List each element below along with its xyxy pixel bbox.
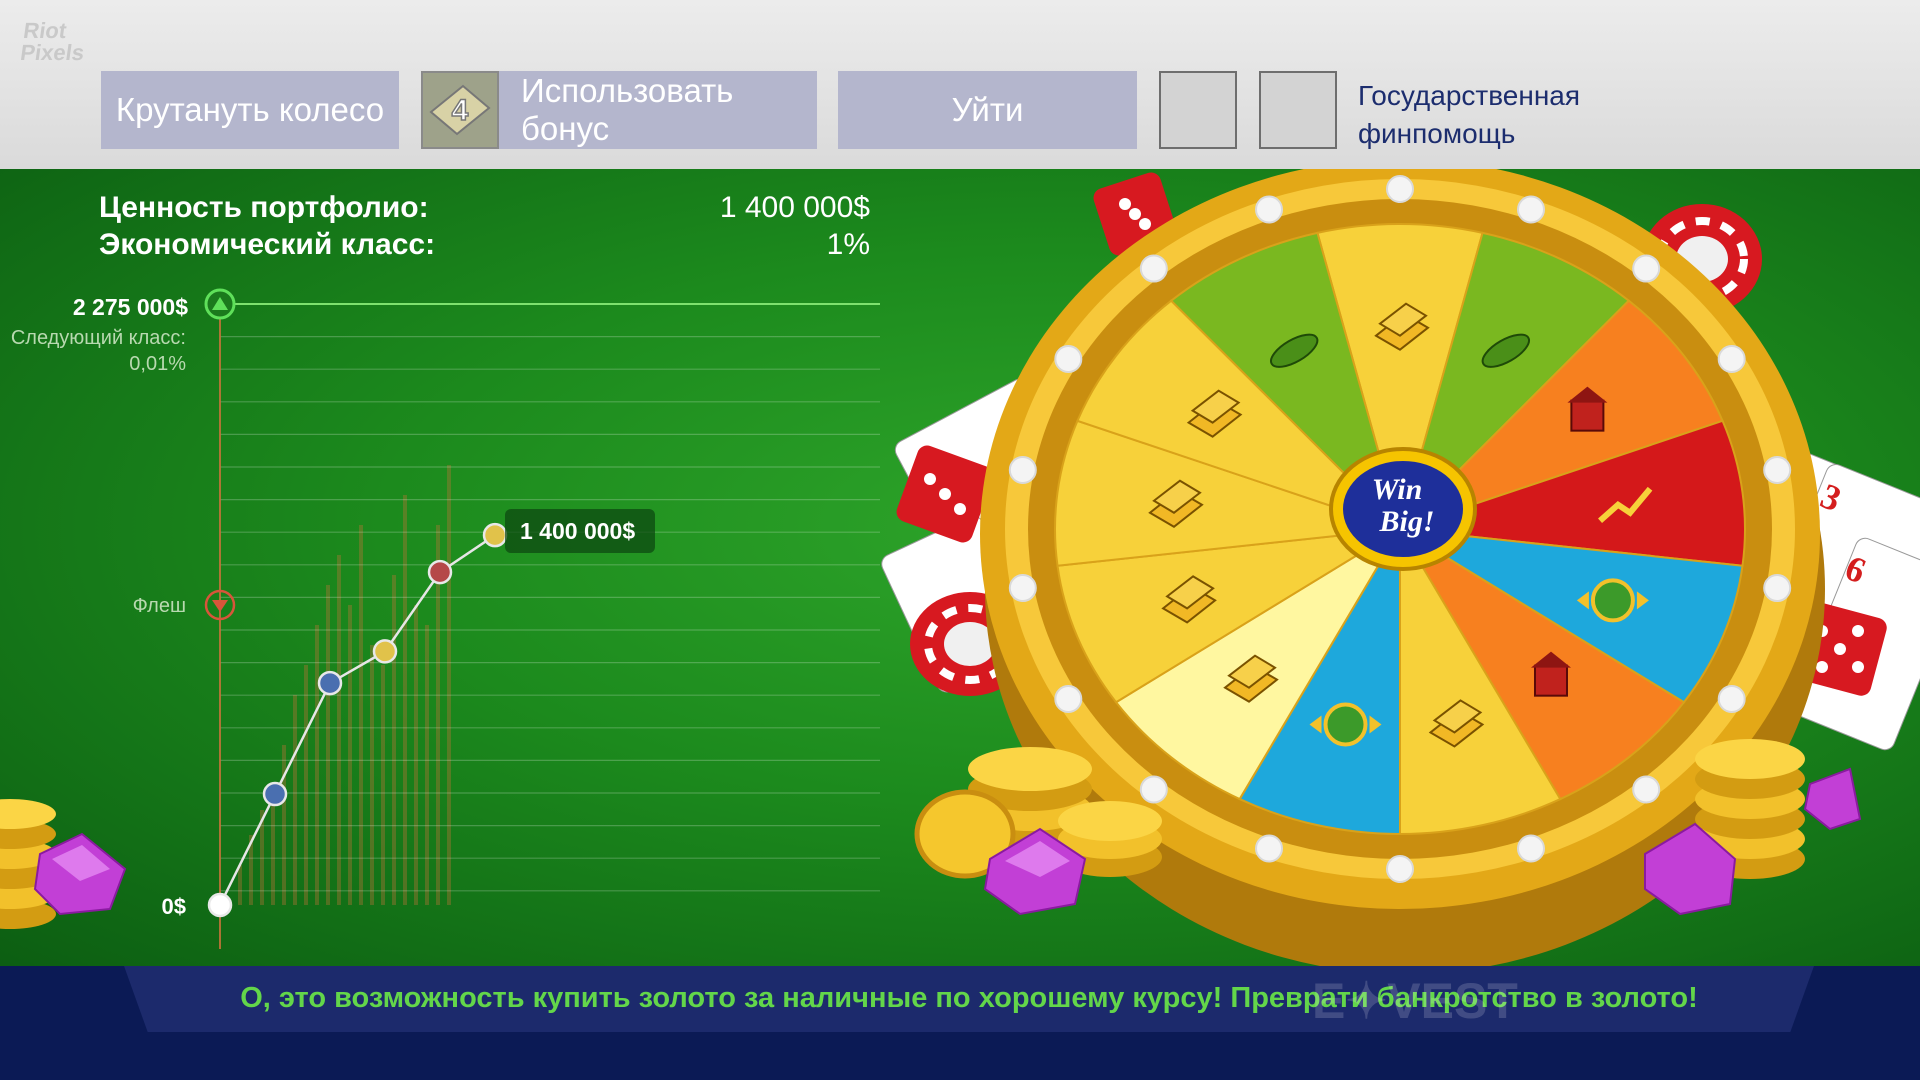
item-slot-1[interactable] [1159,71,1237,149]
history-bar [392,575,396,905]
history-bar [381,665,385,905]
wheel-light [1255,195,1284,224]
state-aid-label: Государственная финпомощь [1358,80,1581,149]
chart-zero-label: 0$ [162,894,186,919]
wheel-light [1516,834,1545,863]
fortune-wheel[interactable]: Win Big! [980,169,1825,966]
svg-text:3: 3 [1815,475,1847,519]
history-bar [326,585,330,905]
wheel-light [1717,345,1746,373]
item-slot-2[interactable] [1259,71,1337,149]
history-bar [359,525,363,905]
data-point [482,522,508,548]
wheel-light [1054,685,1083,713]
left-decoration [0,799,127,929]
bonus-count: 4 [452,94,469,127]
spin-wheel-button[interactable]: Крутануть колесо [101,71,399,149]
wheel-light [1255,834,1284,863]
wheel-light [1763,574,1792,603]
message-banner: О, это возможность купить золото за нали… [0,966,1920,1080]
down-arrow-icon [212,600,228,612]
use-bonus-label: Использовать бонус [521,72,734,147]
portfolio-points [207,522,508,918]
history-bars [238,465,451,905]
history-bar [238,865,242,905]
wheel-light [1139,775,1168,804]
data-point [317,670,343,696]
history-bar [425,625,429,905]
history-bar [414,605,418,905]
data-point [427,559,453,585]
wheel-light [1386,175,1414,203]
history-bar [337,555,341,905]
data-point [372,639,398,664]
wheel-light [1008,574,1037,603]
wheel-light [1632,775,1661,804]
svg-text:A♣: A♣ [924,602,982,655]
top-toolbar: Riot Pixels Крутануть колесо 4 Использова… [0,0,1920,169]
wheel-light [1632,254,1661,283]
wheel-light [1386,855,1414,883]
wheel-light [1763,455,1792,484]
advisor-message: О, это возможность купить золото за нали… [240,982,1698,1014]
wheel-light [1516,195,1545,224]
use-bonus-button[interactable]: 4 Использовать бонус [421,71,817,149]
data-point [262,781,288,807]
history-bar [293,695,297,905]
exit-button[interactable]: Уйти [838,71,1137,149]
history-bar [370,645,374,905]
bonus-card-icon: 4 [421,71,499,149]
wheel-light [1054,345,1083,373]
flash-label: Флеш [133,595,186,617]
evest-logo: E✦VEST [1312,973,1518,1029]
history-bar [348,605,352,905]
history-bar [403,495,407,905]
svg-text:4: 4 [948,506,979,545]
watermark-logo: Riot Pixels [18,18,86,65]
current-value-label: 1 400 000$ [520,518,635,544]
wheel-light [1008,455,1037,484]
history-bar [315,625,319,905]
data-point [207,892,233,918]
history-bar [447,465,451,905]
win-big-line2: Big! [1378,505,1434,538]
game-table: Ценность портфолио: 1 400 000$ Экономиче… [0,169,1920,966]
wheel-light [1139,254,1168,283]
svg-text:6: 6 [1840,547,1872,591]
wheel-light [1717,685,1746,713]
history-bar [304,665,308,905]
win-big-line1: Win [1372,473,1423,506]
